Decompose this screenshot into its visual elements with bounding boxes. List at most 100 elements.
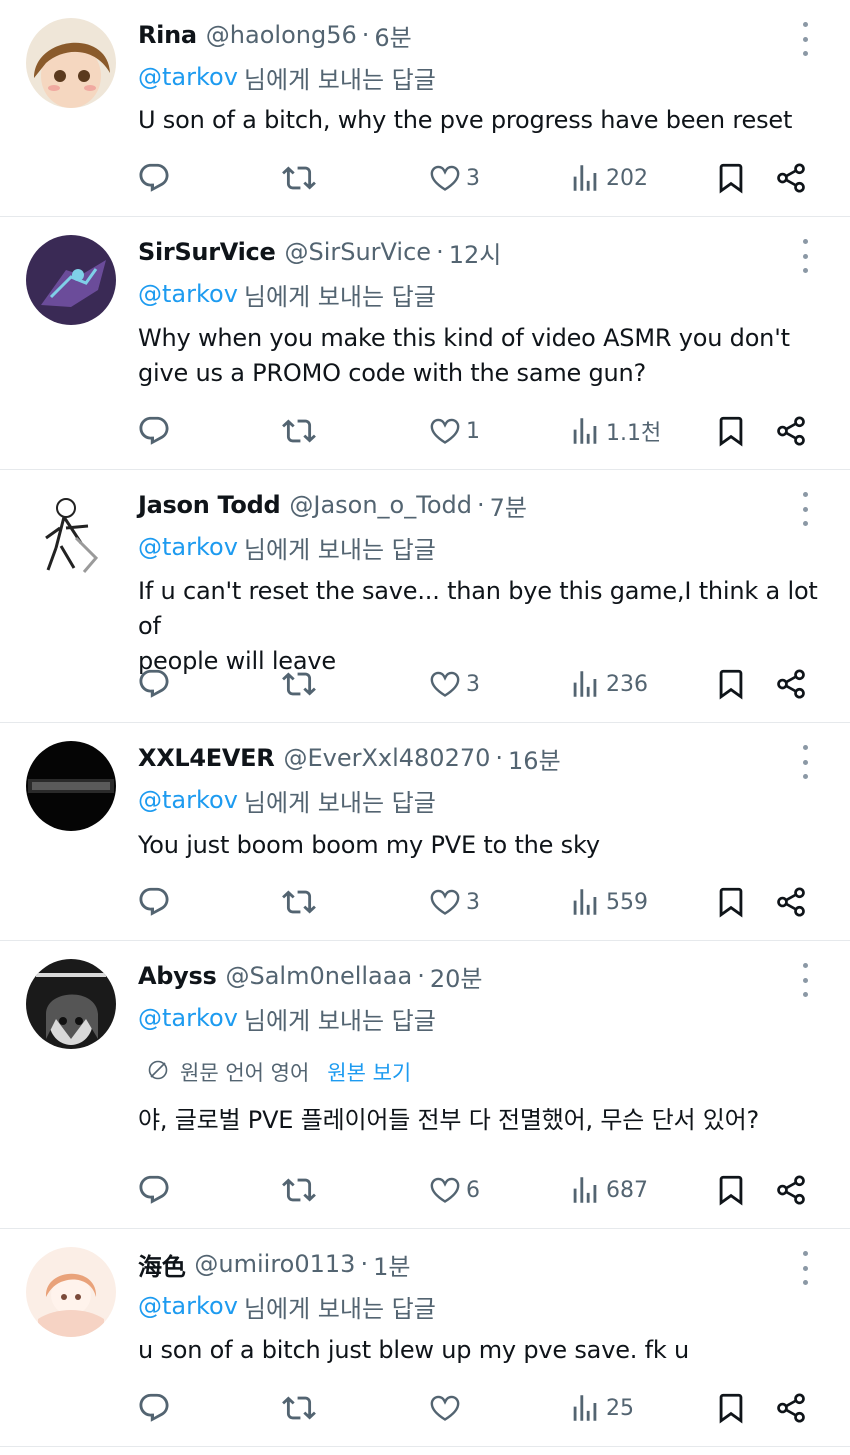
mention-link[interactable]: @tarkov (138, 280, 238, 308)
reply-button[interactable] (137, 882, 171, 922)
timestamp[interactable]: 7분 (490, 488, 527, 523)
views-chart-icon (568, 885, 602, 919)
bookmark-button[interactable] (714, 158, 748, 198)
more-options-icon[interactable] (798, 239, 812, 273)
heart-icon (428, 885, 462, 919)
tweet-header: Jason Todd @Jason_o_Todd · 7분 (138, 488, 527, 522)
reply-tweet[interactable]: Abyss @Salm0nellaaa · 20분 @tarkov 님에게 보내… (0, 941, 850, 1229)
retweet-button[interactable] (282, 1170, 316, 1210)
mention-link[interactable]: @tarkov (138, 1004, 238, 1032)
avatar[interactable] (26, 1247, 116, 1337)
heart-icon (428, 667, 462, 701)
retweet-button[interactable] (282, 158, 316, 198)
reply-tweet[interactable]: Jason Todd @Jason_o_Todd · 7분 @tarkov 님에… (0, 470, 850, 723)
share-button[interactable] (774, 158, 808, 198)
views-button[interactable]: 687 (568, 1170, 648, 1210)
reply-tweet[interactable]: SirSurVice @SirSurVice · 12시 @tarkov 님에게… (0, 217, 850, 470)
retweet-button[interactable] (282, 882, 316, 922)
share-icon (774, 885, 808, 919)
mention-link[interactable]: @tarkov (138, 786, 238, 814)
bookmark-button[interactable] (714, 411, 748, 451)
retweet-icon (282, 414, 316, 448)
tweet-text: Why when you make this kind of video ASM… (138, 321, 838, 391)
bookmark-icon (714, 885, 748, 919)
display-name[interactable]: Abyss (138, 962, 217, 990)
avatar[interactable] (26, 488, 116, 578)
mention-link[interactable]: @tarkov (138, 63, 238, 91)
user-handle[interactable]: @Salm0nellaaa (225, 962, 412, 990)
timestamp[interactable]: 20분 (430, 959, 483, 994)
avatar[interactable] (26, 18, 116, 108)
display-name[interactable]: 海色 (138, 1247, 186, 1282)
more-options-icon[interactable] (798, 963, 812, 997)
user-handle[interactable]: @SirSurVice (284, 238, 431, 266)
tweet-text-line: U son of a bitch, why the pve progress h… (138, 106, 793, 134)
views-button[interactable]: 202 (568, 158, 648, 198)
mention-link[interactable]: @tarkov (138, 1292, 238, 1320)
display-name[interactable]: Jason Todd (138, 491, 281, 519)
like-button[interactable]: 6 (428, 1170, 480, 1210)
view-count: 202 (606, 165, 648, 191)
bookmark-icon (714, 414, 748, 448)
more-options-icon[interactable] (798, 745, 812, 779)
share-button[interactable] (774, 1170, 808, 1210)
separator-dot: · (361, 21, 370, 49)
timestamp[interactable]: 16분 (508, 741, 561, 776)
like-button[interactable]: 3 (428, 158, 480, 198)
user-handle[interactable]: @haolong56 (206, 21, 357, 49)
retweet-icon (282, 161, 316, 195)
timestamp[interactable]: 1분 (373, 1247, 410, 1282)
like-button[interactable]: 1 (428, 411, 480, 451)
share-button[interactable] (774, 1388, 808, 1428)
more-options-icon[interactable] (798, 22, 812, 56)
views-button[interactable]: 236 (568, 664, 648, 704)
timestamp[interactable]: 6분 (374, 18, 411, 53)
avatar[interactable] (26, 741, 116, 831)
more-options-icon[interactable] (798, 1251, 812, 1285)
heart-icon (428, 161, 462, 195)
replying-to: @tarkov 님에게 보내는 답글 (138, 783, 436, 817)
retweet-button[interactable] (282, 664, 316, 704)
bookmark-button[interactable] (714, 1170, 748, 1210)
mention-link[interactable]: @tarkov (138, 533, 238, 561)
reply-tweet[interactable]: XXL4EVER @EverXxl480270 · 16분 @tarkov 님에… (0, 723, 850, 941)
bookmark-button[interactable] (714, 1388, 748, 1428)
share-button[interactable] (774, 882, 808, 922)
reply-button[interactable] (137, 158, 171, 198)
reply-tweet[interactable]: Rina @haolong56 · 6분 @tarkov 님에게 보내는 답글 … (0, 0, 850, 217)
bookmark-icon (714, 667, 748, 701)
translation-source-label: 원문 언어 영어 (180, 1061, 310, 1085)
like-button[interactable]: 3 (428, 664, 480, 704)
avatar[interactable] (26, 959, 116, 1049)
retweet-button[interactable] (282, 411, 316, 451)
reply-button[interactable] (137, 411, 171, 451)
views-button[interactable]: 25 (568, 1388, 634, 1428)
tweet-text: 야, 글로벌 PVE 플레이어들 전부 다 전멸했어, 무슨 단서 있어? (138, 1103, 838, 1138)
user-handle[interactable]: @Jason_o_Todd (289, 491, 472, 519)
show-original-link[interactable]: 원본 보기 (327, 1057, 411, 1087)
bookmark-button[interactable] (714, 664, 748, 704)
reply-button[interactable] (137, 664, 171, 704)
display-name[interactable]: SirSurVice (138, 238, 276, 266)
translation-row: 원문 언어 영어 원본 보기 (146, 1055, 411, 1089)
view-count: 236 (606, 671, 648, 697)
reply-icon (137, 1391, 171, 1425)
display-name[interactable]: XXL4EVER (138, 744, 275, 772)
share-button[interactable] (774, 664, 808, 704)
avatar[interactable] (26, 235, 116, 325)
retweet-button[interactable] (282, 1388, 316, 1428)
like-button[interactable]: 3 (428, 882, 480, 922)
timestamp[interactable]: 12시 (449, 235, 502, 270)
display-name[interactable]: Rina (138, 21, 197, 49)
reply-button[interactable] (137, 1388, 171, 1428)
user-handle[interactable]: @EverXxl480270 (283, 744, 490, 772)
user-handle[interactable]: @umiiro0113 (194, 1250, 355, 1278)
views-button[interactable]: 559 (568, 882, 648, 922)
reply-tweet[interactable]: 海色 @umiiro0113 · 1분 @tarkov 님에게 보내는 답글 u… (0, 1229, 850, 1447)
like-button[interactable] (428, 1388, 466, 1428)
views-button[interactable]: 1.1천 (568, 411, 661, 451)
reply-button[interactable] (137, 1170, 171, 1210)
share-button[interactable] (774, 411, 808, 451)
bookmark-button[interactable] (714, 882, 748, 922)
more-options-icon[interactable] (798, 492, 812, 526)
